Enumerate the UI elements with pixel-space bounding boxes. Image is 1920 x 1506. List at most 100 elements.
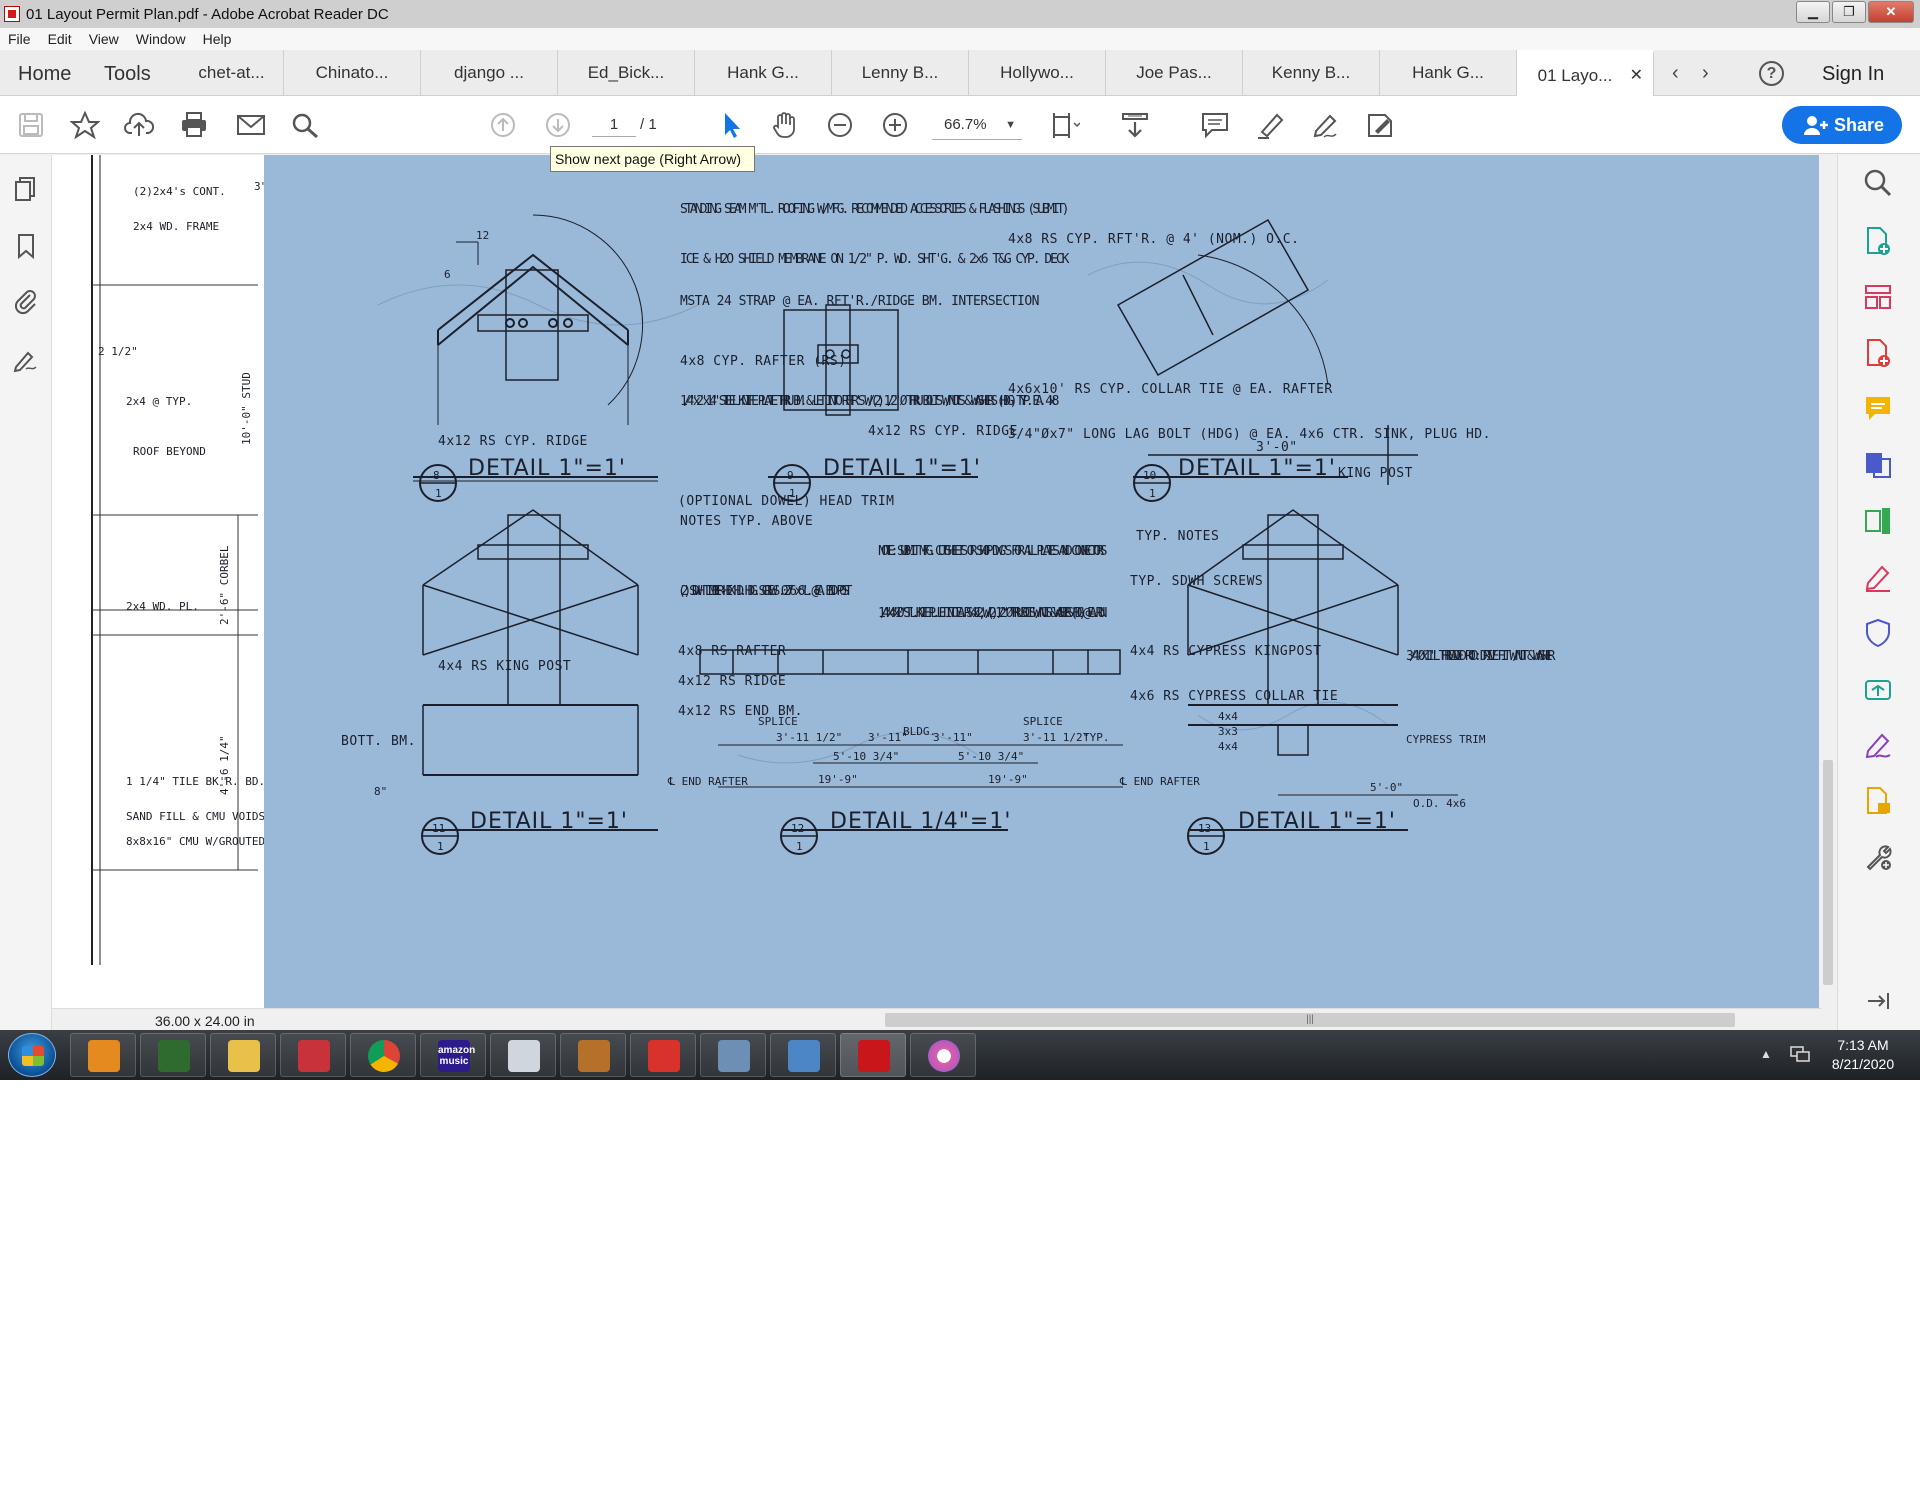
show-hidden-icons-icon[interactable]: ▲ (1760, 1047, 1772, 1061)
vertical-scroll-thumb[interactable] (1823, 760, 1833, 985)
document-tab[interactable]: django ... (421, 50, 558, 96)
search-icon[interactable] (290, 111, 320, 139)
zoom-out-icon[interactable] (825, 111, 855, 139)
attachments-icon[interactable] (12, 287, 40, 315)
signatures-icon[interactable] (12, 345, 40, 373)
detail12-note: NOTE: SUBMIT MFG. CUTSHEETS OR SHOP DWG'… (878, 544, 1108, 559)
upload-cloud-icon[interactable] (124, 111, 155, 139)
export-pdf-icon[interactable] (1862, 337, 1894, 369)
highlight-pen-icon[interactable] (1255, 111, 1285, 139)
system-clock[interactable]: 7:13 AM 8/21/2020 (1818, 1036, 1908, 1074)
sign-in-button[interactable]: Sign In (1822, 63, 1884, 86)
fill-sign-icon[interactable] (1365, 111, 1395, 139)
protect-shield-icon[interactable] (1862, 617, 1894, 649)
start-button[interactable] (8, 1033, 56, 1077)
taskbar-photo-viewer[interactable] (770, 1033, 836, 1077)
menu-view[interactable]: View (89, 31, 119, 47)
select-cursor-icon[interactable] (716, 111, 746, 139)
document-tab[interactable]: Hank G... (1380, 50, 1517, 96)
comment-tool-icon[interactable] (1862, 393, 1894, 425)
detail10-note: 4x8 RS CYP. RFT'R. @ 4' (NOM.) O.C. (1008, 232, 1299, 247)
taskbar-solitaire[interactable] (280, 1033, 346, 1077)
request-signature-icon[interactable] (1862, 729, 1894, 761)
page-number-input[interactable]: 1 (592, 113, 636, 137)
menu-edit[interactable]: Edit (48, 31, 72, 47)
more-tools-icon[interactable] (1862, 841, 1894, 873)
detail-sheet: 1 (1203, 840, 1210, 853)
document-tab[interactable]: chet-at... (180, 50, 284, 96)
organize-pages-icon[interactable] (1862, 281, 1894, 313)
taskbar-acrobat-reader[interactable] (840, 1033, 906, 1077)
tools-tab[interactable]: Tools (104, 63, 151, 86)
tab-bar: Home Tools chet-at... Chinato... django … (0, 50, 1920, 96)
document-tab[interactable]: Joe Pas... (1106, 50, 1243, 96)
detail12-dim: 19'-9" (988, 773, 1028, 786)
email-icon[interactable] (236, 111, 266, 139)
taskbar-amazon-music[interactable]: amazon music (420, 1033, 486, 1077)
zoom-in-icon[interactable] (880, 111, 910, 139)
window-title: 01 Layout Permit Plan.pdf - Adobe Acroba… (26, 5, 389, 23)
scrolling-mode-icon[interactable] (1120, 111, 1150, 139)
edit-pdf-icon[interactable] (1862, 505, 1894, 537)
bookmark-star-icon[interactable] (69, 110, 101, 140)
zoom-level-select[interactable]: 66.7% ▼ (932, 110, 1022, 140)
home-tab[interactable]: Home (18, 63, 71, 86)
previous-page-icon[interactable] (488, 111, 518, 139)
create-pdf-icon[interactable] (1862, 225, 1894, 257)
taskbar-music-app[interactable] (560, 1033, 626, 1077)
scan-ocr-icon[interactable] (1862, 785, 1894, 817)
horizontal-scrollbar[interactable]: 36.00 x 24.00 in ||| (52, 1008, 1822, 1030)
taskbar-mail[interactable] (490, 1033, 556, 1077)
next-page-icon[interactable] (543, 111, 573, 139)
tab-scroll-right-icon[interactable]: › (1702, 62, 1709, 85)
collapse-tools-pane-icon[interactable] (1862, 985, 1894, 1017)
document-tab[interactable]: Chinato... (284, 50, 421, 96)
document-tab[interactable]: Lenny B... (832, 50, 969, 96)
combine-files-icon[interactable] (1862, 449, 1894, 481)
itunes-icon (928, 1040, 960, 1072)
network-icon[interactable] (1789, 1044, 1811, 1064)
menu-help[interactable]: Help (203, 31, 232, 47)
tab-scroll-left-icon[interactable]: ‹ (1672, 62, 1679, 85)
document-tab[interactable]: Hollywo... (969, 50, 1106, 96)
main-toolbar: 1 / 1 66.7% ▼ Share (0, 96, 1920, 154)
cards-icon (298, 1040, 330, 1072)
vertical-scrollbar[interactable] (1819, 155, 1837, 1008)
close-window-button[interactable]: ✕ (1868, 1, 1914, 23)
document-tab[interactable]: Kenny B... (1243, 50, 1380, 96)
taskbar-media-player[interactable] (70, 1033, 136, 1077)
detail12-note: SPLICE (758, 715, 798, 728)
share-button[interactable]: Share (1782, 106, 1902, 144)
detail13-note: CYPRESS TRIM (1406, 733, 1486, 746)
detail8-note: MSTA 24 STRAP @ EA. RFT'R./RIDGE BM. INT… (680, 294, 1040, 309)
document-tab[interactable]: Hank G... (695, 50, 832, 96)
print-icon[interactable] (179, 111, 209, 139)
close-tab-button[interactable]: ✕ (1630, 53, 1643, 99)
save-icon[interactable] (16, 111, 46, 139)
zoom-search-icon[interactable] (1862, 167, 1894, 199)
menu-window[interactable]: Window (136, 31, 186, 47)
detail8-note: STANDING SEAM M'TL. ROOFING W/MFG. RECOM… (680, 202, 1070, 217)
help-icon[interactable]: ? (1759, 61, 1784, 86)
taskbar-sketchup[interactable] (630, 1033, 696, 1077)
taskbar-file-explorer[interactable] (210, 1033, 276, 1077)
taskbar-calculator[interactable] (700, 1033, 766, 1077)
document-tab[interactable]: Ed_Bick... (558, 50, 695, 96)
horizontal-scroll-thumb[interactable]: ||| (885, 1013, 1735, 1027)
document-view[interactable]: (2)2x4's CONT. 2x4 WD. FRAME 2 1/2" 2x4 … (52, 155, 1869, 1008)
taskbar-itunes[interactable] (910, 1033, 976, 1077)
send-for-review-icon[interactable] (1862, 673, 1894, 705)
restore-button[interactable]: ❐ (1832, 1, 1866, 23)
minimize-button[interactable]: ▁ (1796, 1, 1830, 23)
taskbar-monitor-app[interactable] (140, 1033, 206, 1077)
bookmarks-icon[interactable] (12, 232, 40, 260)
fill-and-sign-icon[interactable] (1862, 561, 1894, 593)
active-document-tab[interactable]: 01 Layo... ✕ (1517, 50, 1654, 96)
taskbar-chrome[interactable] (350, 1033, 416, 1077)
menu-file[interactable]: File (8, 31, 31, 47)
page-thumbnails-icon[interactable] (12, 175, 40, 203)
hand-tool-icon[interactable] (770, 111, 800, 139)
comment-icon[interactable] (1200, 111, 1230, 139)
fit-page-icon[interactable] (1050, 111, 1081, 139)
sign-pen-icon[interactable] (1310, 111, 1340, 139)
